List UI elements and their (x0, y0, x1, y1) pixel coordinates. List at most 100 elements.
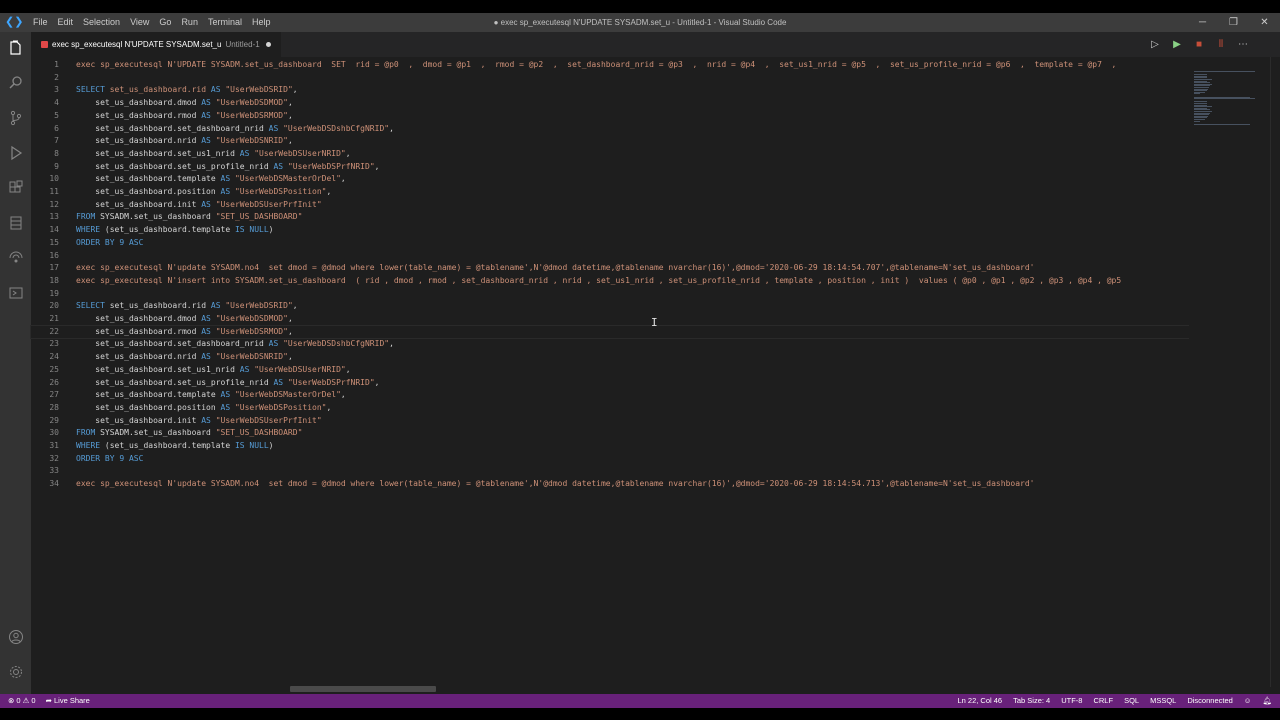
line-ending[interactable]: CRLF (1093, 694, 1113, 708)
account-icon[interactable] (6, 629, 25, 648)
run-query-icon[interactable]: ▷ (1148, 39, 1162, 50)
menu-go[interactable]: Go (154, 13, 176, 32)
code-editor[interactable]: 1 exec sp_executesql N'UPDATE SYSADM.set_… (30, 57, 1190, 687)
notebook-icon[interactable] (6, 285, 25, 304)
vertical-scrollbar[interactable] (1270, 57, 1280, 687)
problems-indicator[interactable]: ⊗ 0 ⚠ 0 (8, 694, 36, 708)
code-line[interactable]: 26 set_us_dashboard.set_us_profile_nrid … (31, 377, 1189, 390)
connection-status[interactable]: Disconnected (1187, 694, 1232, 708)
settings-gear-icon[interactable] (6, 664, 25, 683)
menu-edit[interactable]: Edit (53, 13, 79, 32)
code-token: set_us_dashboard.nrid (76, 136, 202, 146)
line-number: 12 (49, 199, 59, 209)
code-token: set_us_dashboard.init (76, 199, 202, 209)
vscode-window: ❮❯ File Edit Selection View Go Run Terminal Hel… (0, 13, 1280, 708)
language-mode[interactable]: SQL (1124, 694, 1139, 708)
code-line[interactable]: 33 (31, 465, 1189, 478)
code-line[interactable]: 2 (31, 72, 1189, 85)
code-line[interactable]: 6 set_us_dashboard.set_dashboard_nrid AS… (31, 123, 1189, 136)
code-line[interactable]: 20 SELECT set_us_dashboard.rid AS "UserWe… (31, 300, 1189, 313)
explorer-icon[interactable] (6, 40, 25, 59)
code-token: , (292, 85, 298, 95)
feedback-icon[interactable]: ☺ (1244, 694, 1252, 708)
connections-icon[interactable] (6, 250, 25, 269)
extensions-icon[interactable] (6, 180, 25, 199)
code-token: "UserWebDSUserNRID" (254, 148, 346, 158)
code-line[interactable]: 17 exec sp_executesql N'update SYSADM.no4… (31, 262, 1189, 275)
code-line[interactable]: 5 set_us_dashboard.rmod AS "UserWebDSRMO… (31, 110, 1189, 123)
code-line[interactable]: 34 exec sp_executesql N'update SYSADM.no4… (31, 478, 1189, 491)
minimize-button[interactable]: ─ (1187, 13, 1218, 32)
code-line[interactable]: 3 SELECT set_us_dashboard.rid AS "UserWeb… (31, 84, 1189, 97)
code-line[interactable]: 25 set_us_dashboard.set_us1_nrid AS "Use… (31, 364, 1189, 377)
cancel-query-icon[interactable]: ■ (1192, 39, 1206, 50)
code-line[interactable]: 4 set_us_dashboard.dmod AS "UserWebDSDMO… (31, 97, 1189, 110)
horizontal-scrollbar-thumb[interactable] (290, 686, 436, 692)
code-line[interactable]: 16 (31, 250, 1189, 263)
code-line[interactable]: 21 set_us_dashboard.dmod AS "UserWebDSDM… (31, 313, 1189, 326)
maximize-button[interactable]: ❐ (1218, 13, 1249, 32)
connection-type[interactable]: MSSQL (1150, 694, 1176, 708)
line-code: set_us_dashboard.nrid AS "UserWebDSNRID"… (76, 135, 293, 148)
code-line[interactable]: 15 ORDER BY 9 ASC (31, 237, 1189, 250)
line-number: 25 (49, 364, 59, 374)
sql-server-icon[interactable] (6, 215, 25, 234)
line-code: exec sp_executesql N'insert into SYSADM.… (76, 275, 1121, 288)
editor-tab[interactable]: exec sp_executesql N'UPDATE SYSADM.set_u… (31, 32, 281, 57)
code-line[interactable]: 23 set_us_dashboard.set_dashboard_nrid A… (31, 338, 1189, 351)
code-line[interactable]: 22 set_us_dashboard.rmod AS "UserWebDSRM… (30, 324, 1190, 340)
minimap-line (1194, 120, 1200, 122)
line-code: FROM SYSADM.set_us_dashboard "SET_US_DAS… (76, 211, 302, 224)
liveshare-button[interactable]: ➦ Live Share (46, 694, 90, 708)
code-line[interactable]: 27 set_us_dashboard.template AS "UserWeb… (31, 389, 1189, 402)
code-line[interactable]: 10 set_us_dashboard.template AS "UserWeb… (31, 173, 1189, 186)
vscode-logo-icon[interactable]: ❮❯ (5, 16, 23, 28)
code-line[interactable]: 1 exec sp_executesql N'UPDATE SYSADM.set_… (31, 59, 1189, 72)
code-line[interactable]: 8 set_us_dashboard.set_us1_nrid AS "User… (31, 148, 1189, 161)
more-actions-icon[interactable]: ⋯ (1236, 39, 1250, 50)
encoding[interactable]: UTF-8 (1061, 694, 1082, 708)
line-number: 23 (49, 339, 59, 349)
menu-view[interactable]: View (125, 13, 154, 32)
code-line[interactable]: 7 set_us_dashboard.nrid AS "UserWebDSNRI… (31, 135, 1189, 148)
connect-icon[interactable]: ⫴ (1214, 39, 1228, 50)
code-line[interactable]: 28 set_us_dashboard.position AS "UserWeb… (31, 402, 1189, 415)
code-token: ORDER BY 9 ASC (76, 237, 144, 247)
code-line[interactable]: 19 (31, 288, 1189, 301)
source-control-icon[interactable] (6, 110, 25, 129)
code-line[interactable]: 12 set_us_dashboard.init AS "UserWebDSUs… (31, 199, 1189, 212)
menu-file[interactable]: File (28, 13, 53, 32)
tab-label: exec sp_executesql N'UPDATE SYSADM.set_u (52, 40, 222, 49)
code-token: ORDER BY 9 ASC (76, 453, 144, 463)
code-line[interactable]: 31 WHERE (set_us_dashboard.template IS NU… (31, 440, 1189, 453)
unsaved-dot-icon[interactable] (265, 42, 271, 47)
line-code: set_us_dashboard.init AS "UserWebDSUserP… (76, 199, 321, 212)
search-icon[interactable] (6, 75, 25, 94)
line-number: 2 (54, 72, 59, 82)
minimap[interactable] (1189, 57, 1269, 687)
line-code: set_us_dashboard.rmod AS "UserWebDSRMOD"… (76, 326, 293, 339)
execute-icon[interactable]: ▶ (1170, 39, 1184, 50)
code-line[interactable]: 24 set_us_dashboard.nrid AS "UserWebDSNR… (31, 351, 1189, 364)
code-line[interactable]: 29 set_us_dashboard.init AS "UserWebDSUs… (31, 415, 1189, 428)
notifications-bell-icon[interactable]: 🔔︎ (1262, 694, 1272, 708)
cursor-position[interactable]: Ln 22, Col 46 (957, 694, 1002, 708)
code-line[interactable]: 18 exec sp_executesql N'insert into SYSAD… (31, 275, 1189, 288)
line-number: 6 (54, 123, 59, 133)
code-line[interactable]: 9 set_us_dashboard.set_us_profile_nrid A… (31, 161, 1189, 174)
code-token: IS NULL (234, 225, 269, 235)
code-line[interactable]: 30 FROM SYSADM.set_us_dashboard "SET_US_D… (31, 427, 1189, 440)
close-button[interactable]: ✕ (1249, 13, 1280, 32)
code-line[interactable]: 32 ORDER BY 9 ASC (31, 453, 1189, 466)
code-token: AS (210, 85, 226, 95)
menu-run[interactable]: Run (176, 13, 203, 32)
code-token: SYSADM.set_us_dashboard (100, 428, 216, 438)
code-line[interactable]: 11 set_us_dashboard.position AS "UserWeb… (31, 186, 1189, 199)
menu-terminal[interactable]: Terminal (203, 13, 247, 32)
tab-size[interactable]: Tab Size: 4 (1013, 694, 1050, 708)
code-line[interactable]: 13 FROM SYSADM.set_us_dashboard "SET_US_D… (31, 211, 1189, 224)
code-line[interactable]: 14 WHERE (set_us_dashboard.template IS NU… (31, 224, 1189, 237)
menu-help[interactable]: Help (247, 13, 276, 32)
run-debug-icon[interactable] (6, 145, 25, 164)
menu-selection[interactable]: Selection (78, 13, 125, 32)
